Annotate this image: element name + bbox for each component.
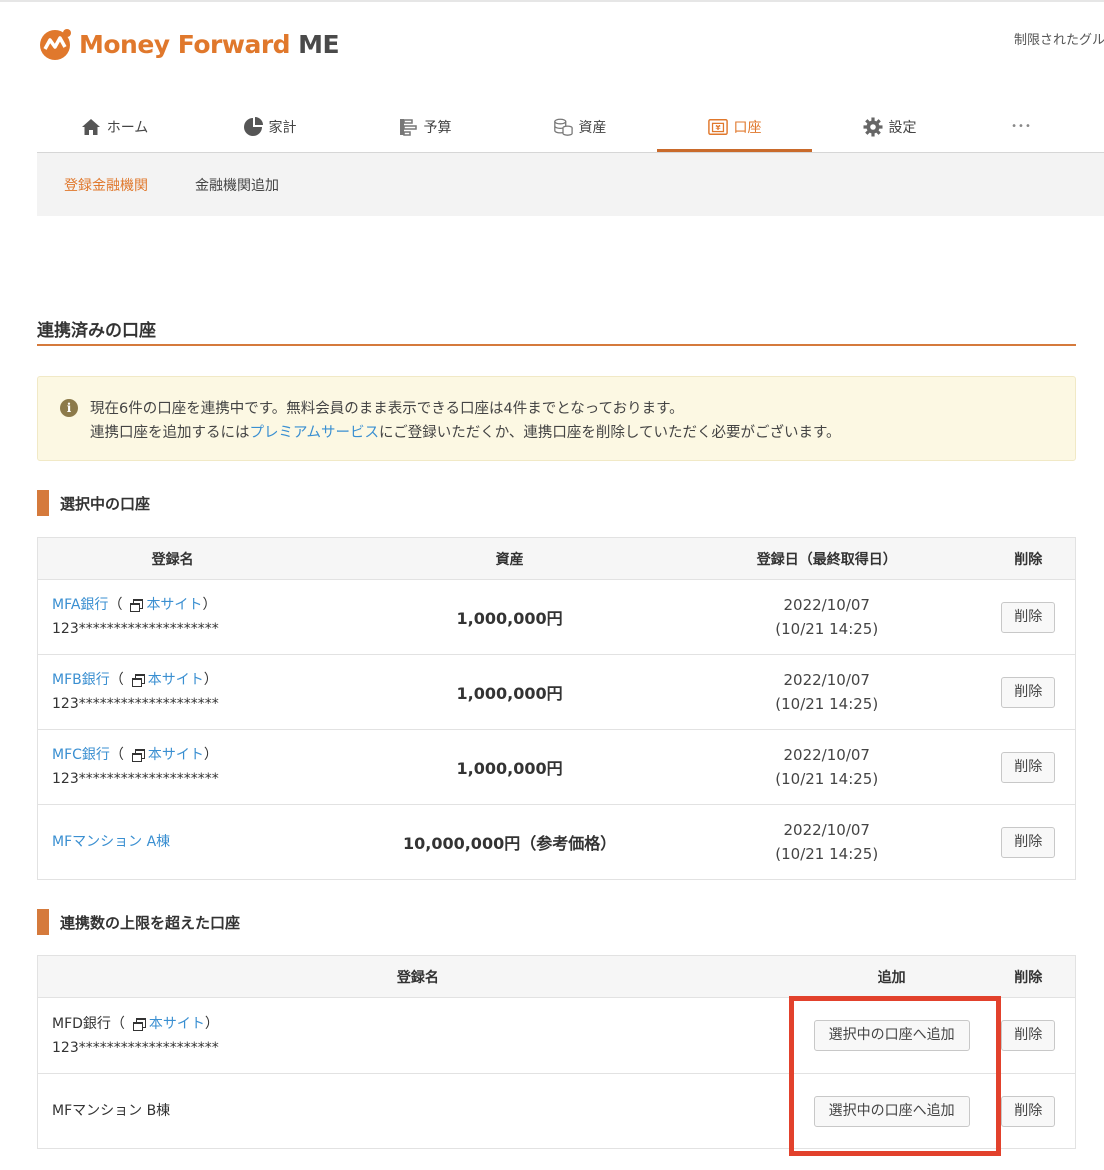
nav-settings-label: 設定 bbox=[888, 119, 917, 136]
account-link[interactable]: MFB銀行 bbox=[52, 672, 110, 688]
user-group-label[interactable]: 制限されたグル bbox=[1014, 29, 1104, 48]
account-number: 123******************** bbox=[52, 696, 219, 712]
account-name: MFD銀行 bbox=[52, 1015, 111, 1032]
external-window-icon bbox=[130, 599, 144, 612]
over-limit-accounts-heading: 連携数の上限を超えた口座 bbox=[37, 909, 240, 935]
account-name-cell: MFB銀行（ 本サイト） 123******************** bbox=[37, 654, 348, 730]
subnav-registered-institutions[interactable]: 登録金融機関 bbox=[64, 175, 148, 195]
asset-value: 10,000,000円（参考価格） bbox=[347, 804, 672, 880]
account-name-cell: MFマンション A棟 bbox=[37, 804, 348, 880]
limit-notice: i 現在6件の口座を連携中です。無料会員のまま表示できる口座は4件までとなってお… bbox=[37, 376, 1076, 461]
account-number: 123******************** bbox=[52, 1039, 219, 1056]
registration-date: 2022/10/07 (10/21 14:25) bbox=[671, 729, 982, 805]
nav-budget[interactable]: 予算 bbox=[347, 100, 502, 153]
heading-bar bbox=[37, 490, 49, 516]
highlight-box bbox=[789, 996, 1001, 1156]
premium-service-link[interactable]: プレミアムサービス bbox=[250, 425, 379, 441]
title-underline bbox=[37, 344, 1076, 346]
nav-home[interactable]: ホーム bbox=[37, 100, 192, 153]
account-link[interactable]: MFA銀行 bbox=[52, 597, 108, 613]
info-icon: i bbox=[60, 399, 78, 417]
nav-assets[interactable]: 資産 bbox=[502, 100, 657, 153]
site-link[interactable]: 本サイト bbox=[148, 672, 204, 688]
gear-icon bbox=[863, 117, 883, 137]
table-row: MFマンション A棟 10,000,000円（参考価格） 2022/10/07(… bbox=[37, 804, 1076, 880]
account-name-cell: MFD銀行（ 本サイト） 123******************** bbox=[37, 997, 802, 1074]
nav-budget-label: 予算 bbox=[423, 119, 452, 136]
col-delete: 削除 bbox=[981, 537, 1076, 580]
nav-accounts-label: 口座 bbox=[733, 119, 762, 136]
page-title: 連携済みの口座 bbox=[37, 321, 156, 341]
global-nav: ホーム 家計 予算 資産 ¥ 口座 設定 ••• bbox=[37, 100, 1076, 153]
account-name-cell: MFA銀行（ 本サイト） 123******************** bbox=[37, 579, 348, 655]
table-row: MFA銀行（ 本サイト） 123******************** 1,00… bbox=[37, 579, 1076, 655]
pie-chart-icon bbox=[243, 116, 263, 137]
coins-icon bbox=[553, 117, 573, 137]
col-name: 登録名 bbox=[37, 955, 802, 998]
delete-button[interactable]: 削除 bbox=[1001, 601, 1056, 633]
account-link[interactable]: MFC銀行 bbox=[52, 747, 110, 763]
delete-button[interactable]: 削除 bbox=[1001, 751, 1056, 783]
site-link[interactable]: 本サイト bbox=[146, 597, 202, 613]
account-name-cell: MFC銀行（ 本サイト） 123******************** bbox=[37, 729, 348, 805]
heading-bar bbox=[37, 909, 49, 935]
subnav-add-institution[interactable]: 金融機関追加 bbox=[195, 175, 279, 195]
external-window-icon bbox=[132, 1017, 146, 1031]
notice-line-1: 現在6件の口座を連携中です。無料会員のまま表示できる口座は4件までとなっておりま… bbox=[90, 401, 684, 417]
logo-text: Money Forward ME bbox=[79, 29, 340, 59]
asset-value: 1,000,000円 bbox=[347, 654, 672, 730]
logo[interactable]: Money Forward ME bbox=[37, 26, 340, 62]
table-row: MFB銀行（ 本サイト） 123******************** 1,00… bbox=[37, 654, 1076, 730]
account-icon: ¥ bbox=[707, 117, 728, 137]
nav-household[interactable]: 家計 bbox=[192, 100, 347, 153]
col-delete: 削除 bbox=[981, 955, 1076, 998]
nav-more[interactable]: ••• bbox=[967, 100, 1076, 153]
col-asset: 資産 bbox=[347, 537, 672, 580]
col-date: 登録日（最終取得日） bbox=[671, 537, 982, 580]
site-link[interactable]: 本サイト bbox=[149, 1016, 205, 1032]
account-link[interactable]: MFマンション A棟 bbox=[52, 834, 170, 850]
notice-line-2: 連携口座を追加するにはプレミアムサービスにご登録いただくか、連携口座を削除してい… bbox=[90, 425, 841, 441]
table-header-row: 登録名 資産 登録日（最終取得日） 削除 bbox=[37, 537, 1076, 580]
nav-settings[interactable]: 設定 bbox=[812, 100, 967, 153]
logo-mark-icon bbox=[40, 29, 71, 60]
more-icon: ••• bbox=[1011, 121, 1032, 132]
delete-button[interactable]: 削除 bbox=[1001, 1020, 1056, 1051]
selected-accounts-table: 登録名 資産 登録日（最終取得日） 削除 MFA銀行（ 本サイト） 123****… bbox=[37, 537, 1076, 880]
nav-household-label: 家計 bbox=[268, 119, 297, 136]
external-window-icon bbox=[131, 674, 145, 687]
asset-value: 1,000,000円 bbox=[347, 729, 672, 805]
nav-assets-label: 資産 bbox=[578, 119, 607, 136]
home-icon bbox=[81, 117, 101, 137]
top-border bbox=[0, 0, 1104, 2]
col-add: 追加 bbox=[801, 955, 982, 998]
site-link[interactable]: 本サイト bbox=[148, 747, 204, 763]
registration-date: 2022/10/07 (10/21 14:25) bbox=[671, 579, 982, 655]
account-number: 123******************** bbox=[52, 771, 219, 787]
external-window-icon bbox=[131, 749, 145, 762]
delete-button[interactable]: 削除 bbox=[1001, 1095, 1056, 1127]
selected-accounts-heading: 選択中の口座 bbox=[37, 490, 150, 516]
delete-button[interactable]: 削除 bbox=[1001, 826, 1056, 858]
account-name: MFマンション B棟 bbox=[52, 1103, 171, 1119]
account-number: 123******************** bbox=[52, 621, 219, 637]
delete-button[interactable]: 削除 bbox=[1001, 676, 1056, 708]
asset-value: 1,000,000円 bbox=[347, 579, 672, 655]
col-name: 登録名 bbox=[37, 537, 348, 580]
table-header-row: 登録名 追加 削除 bbox=[37, 955, 1076, 998]
budget-icon bbox=[398, 117, 418, 137]
registration-date: 2022/10/07 (10/21 14:25) bbox=[671, 654, 982, 730]
table-row: MFC銀行（ 本サイト） 123******************** 1,00… bbox=[37, 729, 1076, 805]
svg-text:¥: ¥ bbox=[715, 123, 720, 132]
nav-home-label: ホーム bbox=[106, 119, 149, 136]
registration-date: 2022/10/07 (10/21 14:25) bbox=[671, 804, 982, 880]
sub-nav: 登録金融機関 金融機関追加 bbox=[37, 153, 1104, 216]
nav-accounts[interactable]: ¥ 口座 bbox=[657, 100, 812, 153]
account-name-cell: MFマンション B棟 bbox=[37, 1073, 802, 1149]
